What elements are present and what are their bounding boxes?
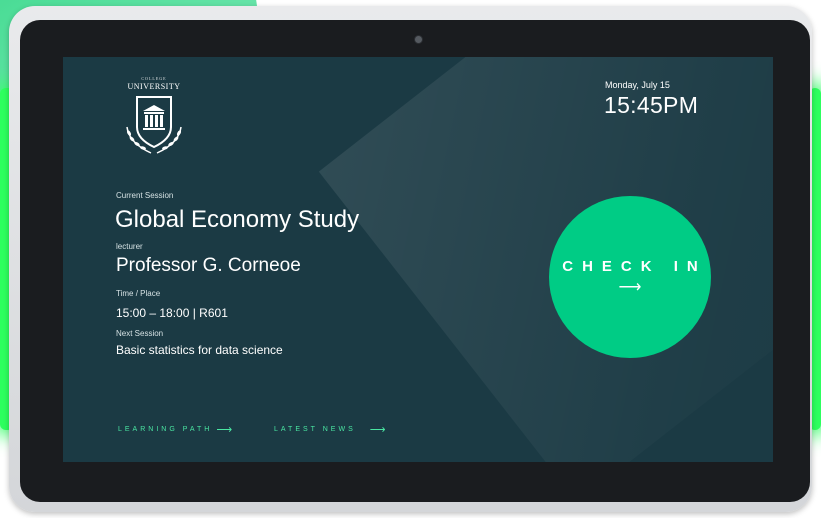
current-time: 15:45PM — [604, 92, 699, 118]
logo-top-text: COLLEGE — [141, 76, 167, 81]
learning-path-label: LEARNING PATH — [118, 426, 213, 433]
arrow-right-icon: ⟶ — [216, 424, 233, 436]
session-title: Global Economy Study — [115, 206, 360, 233]
learning-path-link[interactable]: LEARNING PATH ⟶ — [118, 423, 232, 436]
check-in-button[interactable]: CHECK IN ⟶ — [549, 196, 711, 358]
logo-name: UNIVERSITY — [127, 82, 181, 91]
current-date: Monday, July 15 — [605, 80, 670, 90]
lecturer-name: Professor G. Corneoe — [116, 255, 301, 276]
latest-news-link[interactable]: LATEST NEWS ⟶ — [274, 423, 386, 436]
university-logo: COLLEGE UNIVERSITY — [113, 76, 195, 158]
university-crest-icon — [126, 96, 182, 154]
time-place-value: 15:00 – 18:00 | R601 — [116, 306, 228, 320]
camera-icon — [414, 35, 423, 44]
screen: COLLEGE UNIVERSITY Monday, July 15 15:45… — [63, 57, 773, 462]
current-session-label: Current Session — [116, 191, 174, 200]
time-place-label: Time / Place — [116, 289, 161, 298]
next-session-title: Basic statistics for data science — [116, 343, 283, 357]
check-in-label: CHECK IN — [562, 257, 707, 275]
stage: COLLEGE UNIVERSITY Monday, July 15 15:45… — [0, 0, 821, 518]
next-session-label: Next Session — [116, 329, 164, 338]
lecturer-label: lecturer — [116, 242, 143, 251]
arrow-right-icon: ⟶ — [618, 278, 642, 296]
latest-news-label: LATEST NEWS — [274, 426, 356, 433]
arrow-right-icon: ⟶ — [369, 424, 386, 436]
